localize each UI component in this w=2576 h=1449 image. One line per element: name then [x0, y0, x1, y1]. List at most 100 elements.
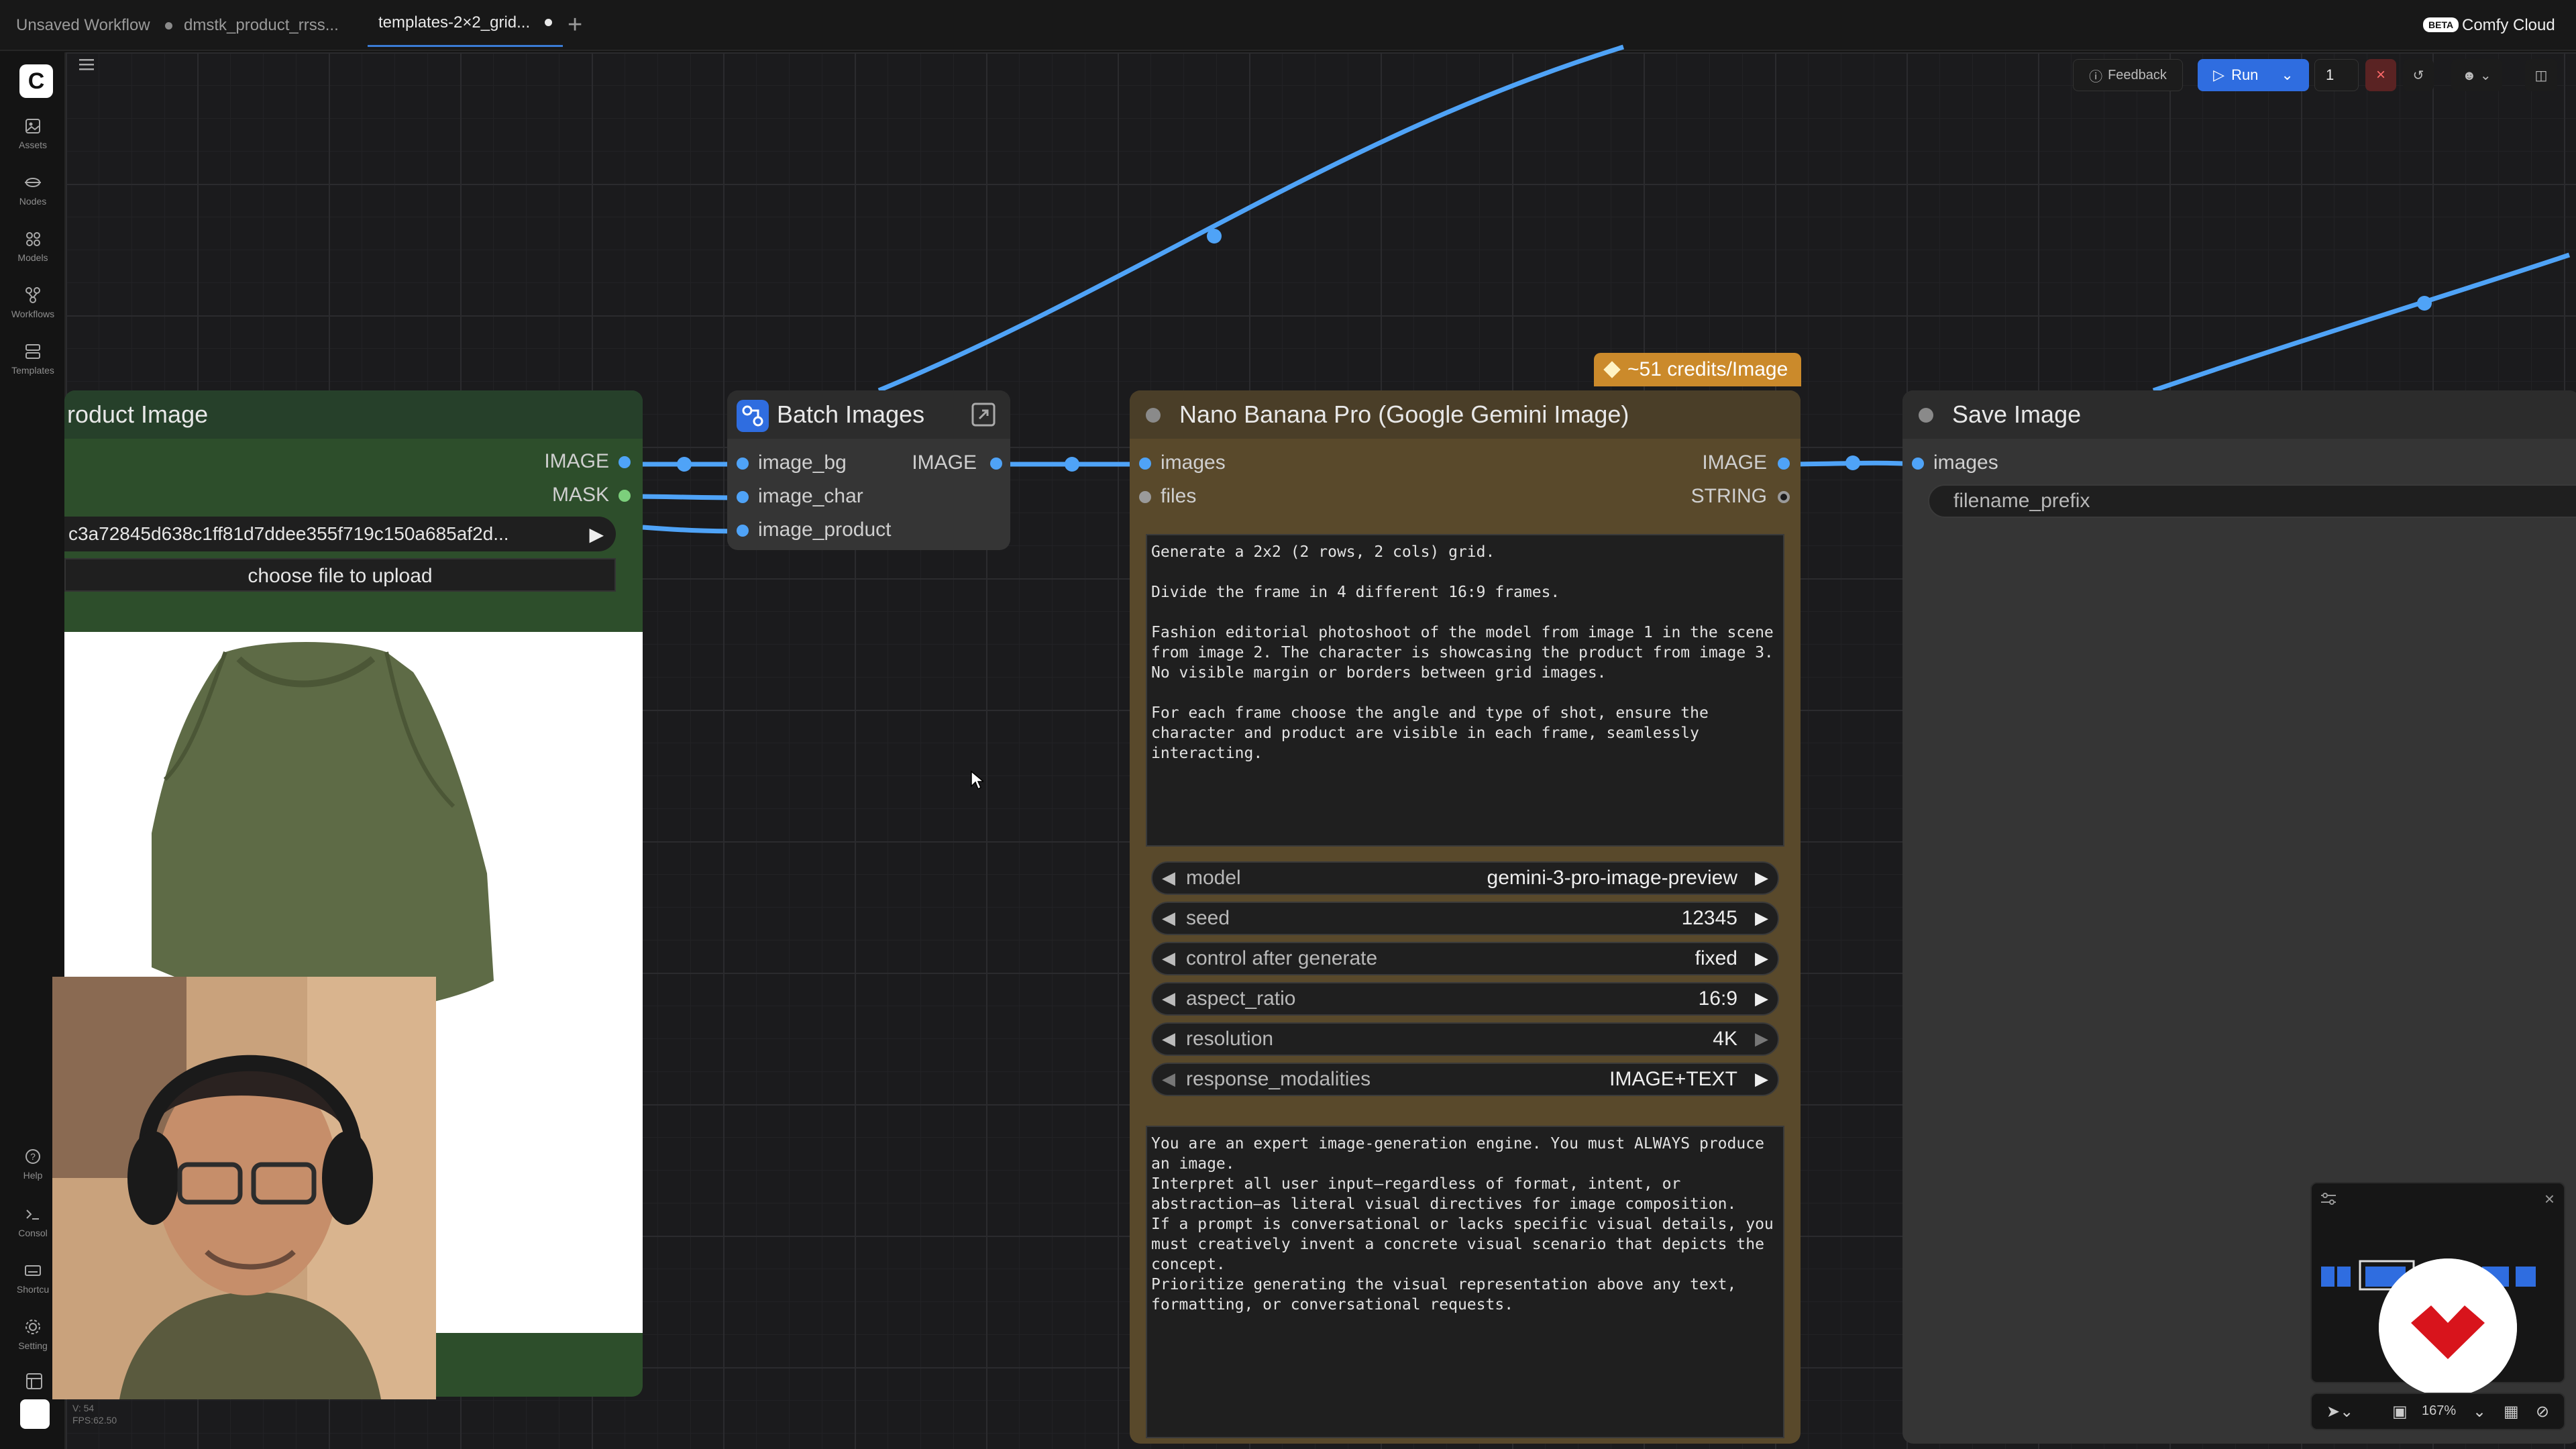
- chevron-down-icon[interactable]: ⌄: [2473, 1402, 2486, 1421]
- input-slot-files[interactable]: [1139, 491, 1151, 503]
- model-combo[interactable]: ◀ model gemini-3-pro-image-preview ▶: [1151, 861, 1779, 895]
- input-label-images: images: [1161, 451, 1226, 474]
- input-slot-image-bg[interactable]: [737, 458, 749, 470]
- output-slot-image[interactable]: [619, 456, 631, 468]
- run-button[interactable]: ▷ Run ⌄: [2198, 59, 2309, 91]
- cancel-run-button[interactable]: ×: [2365, 59, 2396, 91]
- arrow-right-icon[interactable]: ▶: [589, 523, 604, 545]
- sidebar-item-label: Nodes: [19, 196, 47, 207]
- arrow-right-icon[interactable]: ▶: [1755, 988, 1768, 1009]
- tab-templates-grid[interactable]: templates-2×2_grid...: [368, 0, 564, 47]
- output-slot-string[interactable]: [1778, 491, 1790, 503]
- input-slot-image-char[interactable]: [737, 491, 749, 503]
- input-slot-images[interactable]: [1912, 458, 1924, 470]
- input-label-image-product: image_product: [758, 519, 892, 541]
- node-title-bar[interactable]: Save Image: [1902, 390, 2576, 439]
- version-label: V: 54: [72, 1403, 95, 1413]
- sidebar-item-templates[interactable]: Templates: [0, 342, 66, 376]
- system-prompt-textarea[interactable]: You are an expert image-generation engin…: [1146, 1126, 1784, 1438]
- arrow-left-icon[interactable]: ◀: [1162, 948, 1175, 969]
- arrow-left-icon[interactable]: ◀: [1162, 908, 1175, 928]
- queue-history-button[interactable]: ↺: [2403, 59, 2434, 91]
- zoom-level[interactable]: 167%: [2422, 1403, 2456, 1419]
- arrow-left-icon[interactable]: ◀: [1162, 1069, 1175, 1089]
- unsaved-dot-icon: [545, 19, 553, 26]
- arrow-right-icon[interactable]: ▶: [1755, 1069, 1768, 1089]
- arrow-left-icon[interactable]: ◀: [1162, 1028, 1175, 1049]
- tab-unsaved-workflow[interactable]: Unsaved Workflow: [16, 0, 172, 51]
- top-toolbar: ⓘ Feedback ▷ Run ⌄ 1 × ↺ ☻ ⌄ ◫: [2073, 59, 2563, 91]
- arrow-right-icon[interactable]: ▶: [1755, 867, 1768, 888]
- seed-number-input[interactable]: ◀ seed 12345 ▶: [1151, 902, 1779, 935]
- input-slot-images[interactable]: [1139, 458, 1151, 470]
- tab-bar: Unsaved Workflow dmstk_product_rrss... t…: [0, 0, 2576, 51]
- chevron-down-icon[interactable]: ⌄: [2281, 66, 2293, 84]
- widget-value: fixed: [1695, 947, 1737, 969]
- sidebar-item-nodes[interactable]: Nodes: [0, 173, 66, 207]
- resolution-combo[interactable]: ◀ resolution 4K ▶: [1151, 1022, 1779, 1056]
- node-title: Save Image: [1952, 400, 2082, 428]
- sidebar-item-assets[interactable]: Assets: [0, 117, 66, 150]
- arrow-right-icon[interactable]: ▶: [1755, 948, 1768, 969]
- batch-count-stepper[interactable]: 1: [2314, 59, 2359, 91]
- minimap-toggle-icon[interactable]: ▦: [2504, 1402, 2519, 1421]
- hamburger-menu-icon[interactable]: [76, 58, 97, 71]
- response-modalities-combo[interactable]: ◀ response_modalities IMAGE+TEXT ▶: [1151, 1063, 1779, 1096]
- sidebar-item-models[interactable]: Models: [0, 229, 66, 263]
- close-icon: ×: [2375, 66, 2385, 84]
- nano-banana-node[interactable]: Nano Banana Pro (Google Gemini Image) im…: [1130, 390, 1801, 1444]
- collapse-dot-icon[interactable]: [1146, 408, 1161, 423]
- close-icon[interactable]: ×: [2544, 1189, 2555, 1210]
- node-title-bar[interactable]: Nano Banana Pro (Google Gemini Image): [1130, 390, 1801, 439]
- run-label: Run: [2231, 66, 2259, 83]
- collapse-dot-icon[interactable]: [1919, 408, 1933, 423]
- node-title-bar[interactable]: roduct Image: [64, 390, 643, 439]
- output-slot-image[interactable]: [1778, 458, 1790, 470]
- unsaved-dot-icon: [164, 21, 172, 30]
- aspect-ratio-combo[interactable]: ◀ aspect_ratio 16:9 ▶: [1151, 982, 1779, 1016]
- arrow-left-icon[interactable]: ◀: [1162, 867, 1175, 888]
- help-icon: ?: [25, 1149, 40, 1164]
- layout-icon[interactable]: [25, 1373, 43, 1390]
- panel-icon: ◫: [2534, 68, 2548, 83]
- expand-icon[interactable]: [970, 401, 997, 428]
- upload-button[interactable]: choose file to upload: [64, 558, 616, 592]
- user-icon: ☻ ⌄: [2462, 68, 2491, 83]
- brand-watermark-logo: [2379, 1258, 2517, 1397]
- output-label-mask: MASK: [551, 484, 609, 506]
- pointer-tool-icon[interactable]: ➤⌄: [2326, 1402, 2353, 1421]
- batch-images-node[interactable]: Batch Images image_bg image_char image_p…: [727, 390, 1010, 550]
- output-slot-mask[interactable]: [619, 490, 631, 502]
- arrow-right-icon[interactable]: ▶: [1755, 908, 1768, 928]
- input-slot-image-product[interactable]: [737, 525, 749, 537]
- image-filename-combo[interactable]: c3a72845d638c1ff81d7ddee355f719c150a685a…: [64, 517, 616, 551]
- input-label-image-bg: image_bg: [758, 451, 847, 474]
- tab-label: Unsaved Workflow: [16, 16, 150, 34]
- control-after-generate-combo[interactable]: ◀ control after generate fixed ▶: [1151, 942, 1779, 975]
- sidebar-item-workflows[interactable]: Workflows: [0, 286, 66, 319]
- fps-label: FPS:62.50: [72, 1415, 117, 1426]
- node-title-bar[interactable]: Batch Images: [727, 390, 1010, 439]
- add-tab-icon[interactable]: +: [568, 12, 582, 38]
- widget-value: 12345: [1681, 907, 1737, 929]
- comfy-cloud-label[interactable]: Comfy Cloud: [2462, 16, 2555, 35]
- sidebar-item-label: Workflows: [11, 309, 55, 319]
- workflow-share-icon[interactable]: [20, 1399, 50, 1429]
- arrow-left-icon[interactable]: ◀: [1162, 988, 1175, 1009]
- user-menu-button[interactable]: ☻ ⌄: [2451, 59, 2502, 91]
- svg-text:?: ?: [30, 1151, 36, 1162]
- minimap-settings-icon[interactable]: [2320, 1191, 2337, 1206]
- mouse-cursor-icon: [971, 770, 983, 790]
- feedback-button[interactable]: ⓘ Feedback: [2073, 59, 2183, 91]
- prompt-textarea[interactable]: Generate a 2x2 (2 rows, 2 cols) grid. Di…: [1146, 534, 1784, 847]
- tab-dmstk-product[interactable]: dmstk_product_rrss...: [184, 0, 339, 51]
- filename-prefix-input[interactable]: filename_prefix: [1928, 484, 2576, 518]
- comfy-logo[interactable]: C: [19, 64, 53, 98]
- arrow-right-icon[interactable]: ▶: [1755, 1028, 1768, 1049]
- hide-links-icon[interactable]: ⊘: [2536, 1402, 2549, 1421]
- widget-value: gemini-3-pro-image-preview: [1487, 867, 1737, 889]
- widget-label: seed: [1186, 907, 1230, 929]
- output-slot-image[interactable]: [990, 458, 1002, 470]
- toggle-panel-button[interactable]: ◫: [2525, 59, 2557, 91]
- fit-view-icon[interactable]: ▣: [2392, 1402, 2408, 1421]
